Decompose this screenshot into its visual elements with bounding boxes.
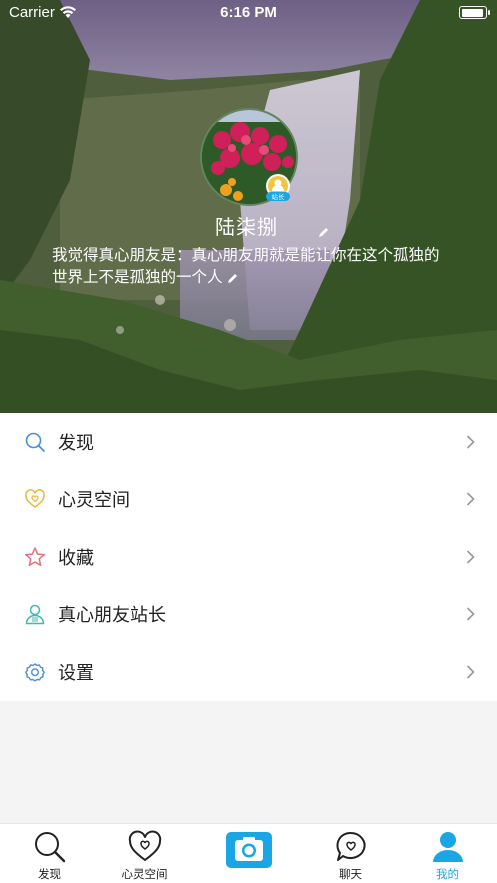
star-icon [25,547,45,566]
camera-icon [235,837,263,861]
camera-button[interactable] [226,832,272,868]
profile-header: Carrier 6:16 PM 站长 陆柒捌 我觉得真心朋友是：真心朋友朋就是能… [0,0,497,413]
signature: 我觉得真心朋友是：真心朋友朋就是能让你在这个孤独的世界上不是孤独的一个人 [52,244,442,288]
battery-icon [459,6,490,19]
clock: 6:16 PM [220,4,277,21]
person-icon [432,832,463,862]
tab-chat[interactable]: 聊天 [301,824,400,883]
chevron-right-icon [466,492,475,506]
chevron-right-icon [466,435,475,449]
tab-label: 发现 [38,867,61,881]
chevron-right-icon [466,665,475,679]
tab-discover[interactable]: 发现 [0,824,99,883]
edit-signature-icon[interactable] [227,272,239,284]
menu-label: 收藏 [58,547,94,569]
menu-item-discover[interactable]: 发现 [0,413,497,471]
tab-bar: 发现 心灵空间 聊天 我的 [0,823,497,883]
webmaster-badge-icon: 站长 [266,174,290,201]
tab-heart-space[interactable]: 心灵空间 [95,824,194,883]
menu-item-favorites[interactable]: 收藏 [0,528,497,586]
menu-item-settings[interactable]: 设置 [0,643,497,701]
tab-mine[interactable]: 我的 [398,824,497,883]
tab-label: 聊天 [339,867,362,881]
profile-menu: 发现 心灵空间 收藏 真心朋友站长 设置 [0,413,497,701]
menu-label: 发现 [58,432,94,454]
waterfall-background-image [0,0,497,413]
status-bar: Carrier 6:16 PM [0,0,497,26]
badge-text: 站长 [272,192,286,201]
search-icon [25,432,45,452]
menu-item-webmaster[interactable]: 真心朋友站长 [0,586,497,644]
tab-label: 心灵空间 [121,867,168,881]
gear-icon [25,663,45,682]
search-icon [34,832,65,863]
menu-item-heart-space[interactable]: 心灵空间 [0,471,497,529]
chat-bubble-icon [335,831,366,861]
username: 陆柒捌 [215,215,278,239]
menu-label: 真心朋友站长 [58,605,166,627]
tab-label: 我的 [436,867,459,881]
chevron-right-icon [466,550,475,564]
edit-name-icon[interactable] [318,226,330,238]
menu-label: 设置 [58,662,94,684]
heart-icon [128,830,161,862]
user-icon [25,605,45,625]
chevron-right-icon [466,607,475,621]
menu-label: 心灵空间 [58,490,130,512]
signature-text: 我觉得真心朋友是：真心朋友朋就是能让你在这个孤独的世界上不是孤独的一个人 [52,246,440,286]
heart-icon [25,489,45,509]
